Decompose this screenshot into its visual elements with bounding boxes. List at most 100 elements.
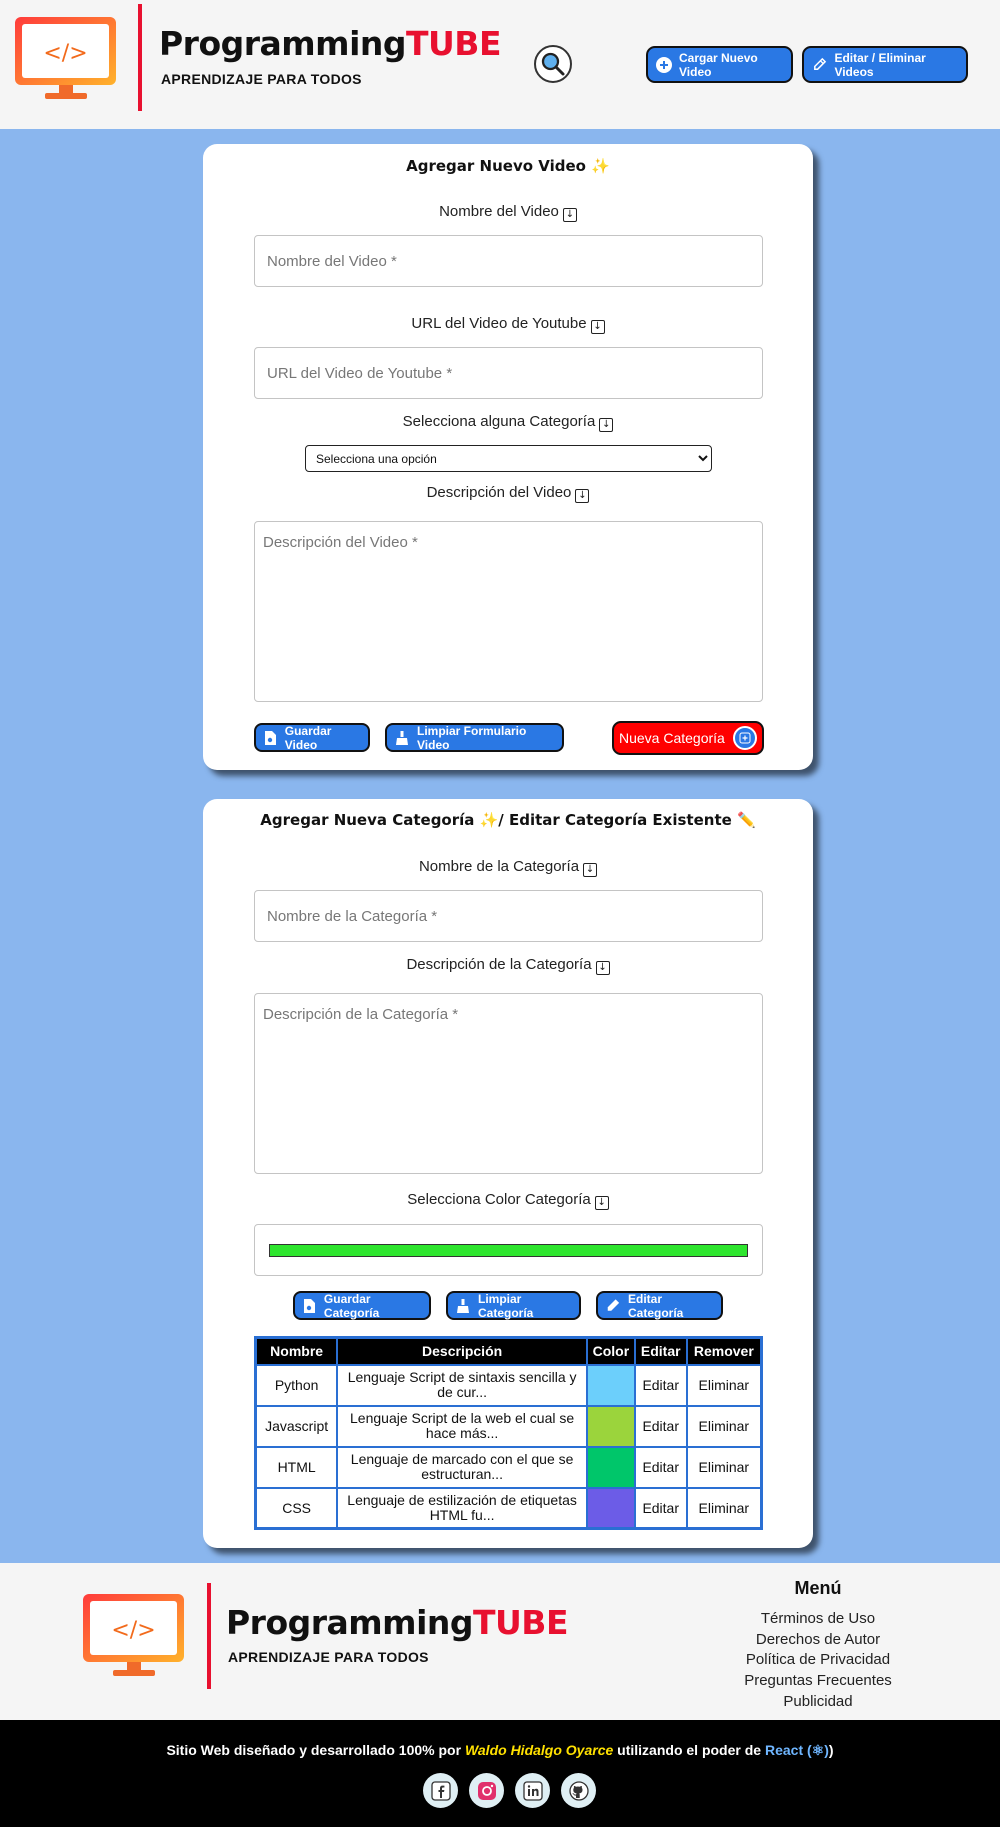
upload-video-button[interactable]: Cargar Nuevo Video	[646, 46, 793, 83]
arrow-down-box-icon: ↓	[594, 1196, 609, 1210]
edit-category-label: Editar Categoría	[628, 1291, 684, 1320]
brand-part2: TUBE	[406, 24, 502, 63]
broom-icon	[456, 1298, 470, 1313]
github-icon[interactable]	[561, 1773, 596, 1808]
table-row: CSS Lenguaje de estilización de etiqueta…	[254, 1486, 763, 1530]
footer-logo-divider	[207, 1583, 211, 1689]
category-name-label: Nombre de la Categoría ↓	[203, 858, 813, 877]
remove-row-button[interactable]: Eliminar	[685, 1445, 763, 1489]
column-header-description: Descripción	[336, 1336, 588, 1366]
column-header-edit: Editar	[633, 1336, 688, 1366]
category-name-cell: HTML	[254, 1445, 339, 1489]
category-name-cell: CSS	[254, 1486, 339, 1530]
video-category-label-text: Selecciona alguna Categoría	[402, 413, 596, 430]
svg-text:</>: </>	[111, 1618, 155, 1643]
edit-videos-button[interactable]: Editar / Eliminar Videos	[802, 46, 968, 83]
save-category-button[interactable]: Guardar Categoría	[293, 1291, 431, 1320]
footer-tagline: APRENDIZAJE PARA TODOS	[228, 1649, 429, 1665]
video-description-label: Descripción del Video ↓	[203, 484, 813, 503]
plus-circle-icon	[656, 56, 672, 73]
save-video-label: Guardar Video	[284, 723, 332, 752]
plus-circle-icon	[733, 726, 757, 750]
edit-row-button[interactable]: Editar	[633, 1486, 688, 1530]
footer-link-copyright[interactable]: Derechos de Autor	[718, 1630, 918, 1651]
remove-row-button[interactable]: Eliminar	[685, 1363, 763, 1407]
search-button[interactable]	[534, 45, 572, 83]
column-header-remove: Remover	[685, 1336, 763, 1366]
remove-row-button[interactable]: Eliminar	[685, 1486, 763, 1530]
brand-part1: Programming	[159, 24, 407, 63]
category-description-textarea[interactable]	[254, 993, 763, 1174]
edit-category-button[interactable]: Editar Categoría	[596, 1291, 723, 1320]
credits-author: Waldo Hidalgo Oyarce	[464, 1742, 614, 1758]
footer-bottom-bar: Sitio Web diseñado y desarrollado 100% p…	[0, 1720, 1000, 1827]
footer-menu-title: Menú	[794, 1578, 842, 1598]
category-color-label: Selecciona Color Categoría ↓	[203, 1191, 813, 1210]
table-row: Javascript Lenguaje Script de la web el …	[254, 1404, 763, 1448]
footer-link-privacy[interactable]: Política de Privacidad	[718, 1650, 918, 1671]
site-footer: </> ProgrammingTUBE APRENDIZAJE PARA TOD…	[0, 1563, 1000, 1720]
video-name-label-text: Nombre del Video	[439, 203, 559, 220]
footer-credits: Sitio Web diseñado y desarrollado 100% p…	[0, 1742, 1000, 1759]
clear-video-form-button[interactable]: Limpiar Formulario Video	[385, 723, 564, 752]
footer-brand-title[interactable]: ProgrammingTUBE	[226, 1603, 569, 1642]
svg-text:</>: </>	[43, 41, 87, 66]
credits-prefix: Sitio Web diseñado y desarrollado 100% p…	[166, 1742, 465, 1758]
footer-menu: Términos de Uso Derechos de Autor Políti…	[718, 1609, 918, 1713]
video-url-input[interactable]	[254, 347, 763, 399]
linkedin-icon[interactable]	[515, 1773, 550, 1808]
credits-suffix: )	[828, 1742, 834, 1758]
instagram-icon[interactable]	[469, 1773, 504, 1808]
category-card-title: Agregar Nueva Categoría ✨/ Editar Catego…	[260, 811, 756, 829]
video-url-label-text: URL del Video de Youtube	[411, 315, 587, 332]
category-name-label-text: Nombre de la Categoría	[418, 858, 580, 875]
file-save-icon	[264, 730, 277, 745]
footer-brand-part2: TUBE	[473, 1603, 569, 1642]
logo-divider	[138, 4, 142, 111]
category-color-cell	[585, 1363, 636, 1407]
monitor-logo-icon[interactable]: </>	[82, 1593, 185, 1682]
edit-row-button[interactable]: Editar	[633, 1404, 688, 1448]
table-header-row: Nombre Descripción Color Editar Remover	[254, 1336, 763, 1366]
video-category-select[interactable]: Selecciona una opción	[305, 445, 712, 472]
column-header-name: Nombre	[254, 1336, 339, 1366]
arrow-down-box-icon: ↓	[583, 863, 598, 877]
category-description-cell: Lenguaje de marcado con el que se estruc…	[336, 1445, 588, 1489]
categories-table: Nombre Descripción Color Editar Remover …	[254, 1336, 763, 1530]
save-category-label: Guardar Categoría	[323, 1291, 380, 1320]
clear-video-form-label: Limpiar Formulario Video	[417, 723, 527, 752]
file-save-icon	[303, 1298, 316, 1313]
color-swatch[interactable]	[269, 1244, 748, 1257]
save-video-button[interactable]: Guardar Video	[254, 723, 370, 752]
clear-category-button[interactable]: Limpiar Categoría	[446, 1291, 581, 1320]
arrow-down-box-icon: ↓	[562, 208, 577, 222]
footer-link-terms[interactable]: Términos de Uso	[718, 1609, 918, 1630]
edit-row-button[interactable]: Editar	[633, 1445, 688, 1489]
credits-middle: utilizando el poder de	[613, 1742, 765, 1758]
site-header: </> ProgrammingTUBE APRENDIZAJE PARA TOD…	[0, 0, 1000, 129]
monitor-logo-icon[interactable]: </>	[14, 16, 117, 105]
footer-link-faq[interactable]: Preguntas Frecuentes	[718, 1671, 918, 1692]
video-name-input[interactable]	[254, 235, 763, 287]
search-icon	[541, 52, 565, 76]
category-name-input[interactable]	[254, 890, 763, 942]
category-description-label-text: Descripción de la Categoría	[406, 956, 592, 973]
brand-tagline: APRENDIZAJE PARA TODOS	[161, 71, 362, 87]
video-category-label: Selecciona alguna Categoría ↓	[203, 413, 813, 432]
brand-title[interactable]: ProgrammingTUBE	[159, 24, 502, 63]
facebook-icon[interactable]	[423, 1773, 458, 1808]
category-color-cell	[585, 1445, 636, 1489]
video-description-textarea[interactable]	[254, 521, 763, 702]
category-color-picker[interactable]	[254, 1224, 763, 1276]
credits-react-link[interactable]: React (⚛)	[765, 1742, 829, 1758]
arrow-down-box-icon: ↓	[590, 320, 605, 334]
remove-row-button[interactable]: Eliminar	[685, 1404, 763, 1448]
new-category-button[interactable]: Nueva Categoría	[612, 721, 764, 755]
pencil-icon	[606, 1299, 620, 1313]
footer-link-ads[interactable]: Publicidad	[718, 1692, 918, 1713]
category-color-cell	[585, 1486, 636, 1530]
arrow-down-box-icon: ↓	[599, 418, 614, 432]
clear-category-label: Limpiar Categoría	[478, 1291, 534, 1320]
category-card: Agregar Nueva Categoría ✨/ Editar Catego…	[203, 799, 813, 1548]
edit-row-button[interactable]: Editar	[633, 1363, 688, 1407]
